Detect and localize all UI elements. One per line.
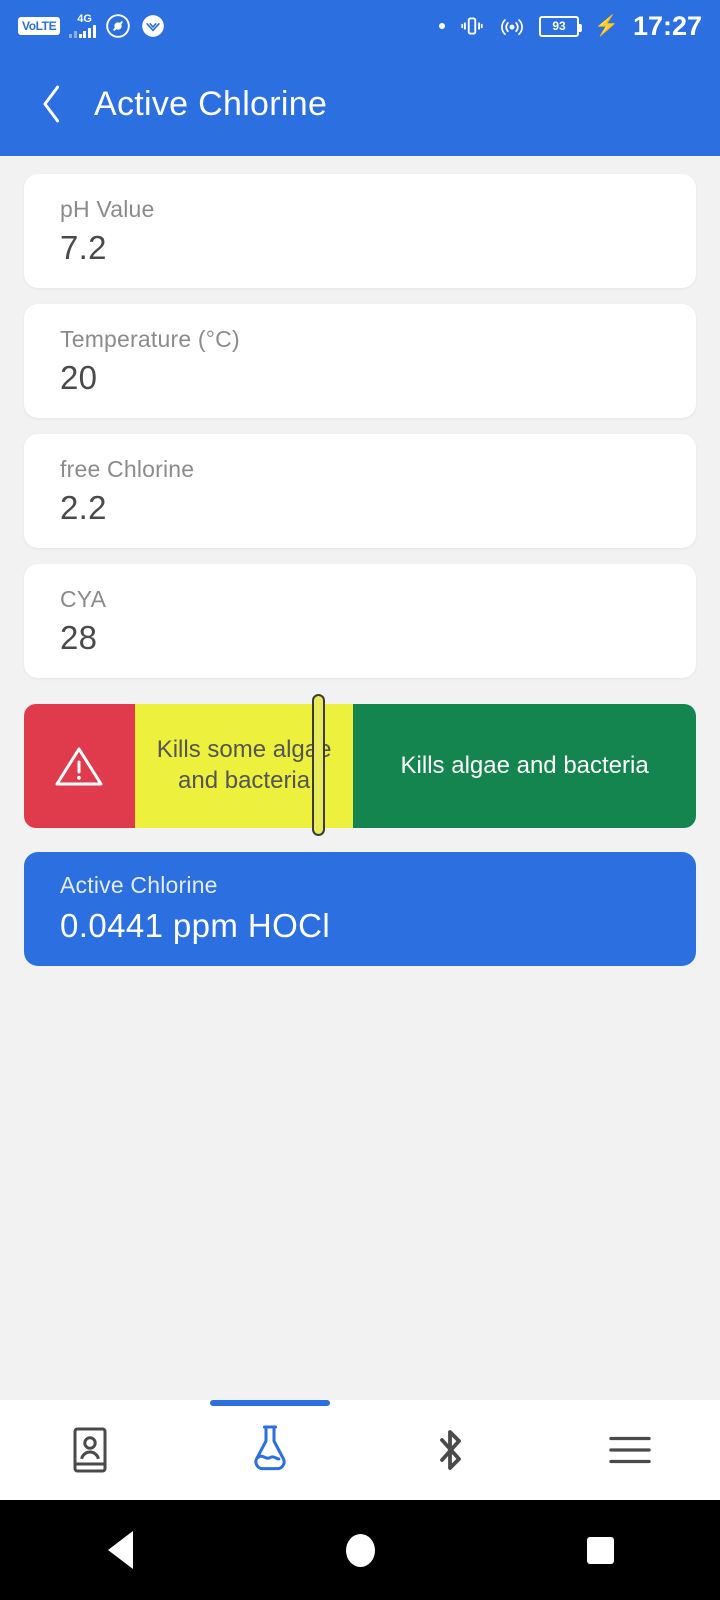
home-circle-icon (345, 1533, 375, 1567)
active-chlorine-result-card: Active Chlorine 0.0441 ppm HOCl (24, 852, 696, 966)
status-bar-left: VoLTE 4G (18, 13, 166, 39)
result-value: 0.0441 ppm HOCl (60, 907, 331, 944)
back-triangle-icon (107, 1531, 133, 1569)
effectiveness-scale: Kills some algae and bacteria Kills alga… (24, 694, 696, 836)
signal-bars-secondary (69, 14, 77, 38)
nav-item-measure[interactable] (180, 1400, 360, 1500)
active-tab-indicator (210, 1400, 330, 1406)
app-bar: Active Chlorine (0, 52, 720, 156)
chevron-left-icon (43, 85, 60, 123)
measurement-value: 28 (60, 619, 98, 656)
bottom-navigation-bar (0, 1400, 720, 1500)
measurement-value: 2.2 (60, 489, 107, 526)
measurement-label: free Chlorine (60, 456, 195, 482)
status-bar-clock: 17:27 (632, 10, 702, 41)
flask-icon (254, 1425, 286, 1471)
scale-segment-effective: Kills algae and bacteria (353, 704, 696, 828)
contact-book-icon (73, 1427, 107, 1473)
scale-segment-danger (24, 704, 135, 828)
measurement-card-cya[interactable]: CYA 28 (24, 564, 696, 678)
system-back-button[interactable] (0, 1531, 240, 1569)
signal-bars-icon: 4G (69, 13, 96, 38)
measurement-card-temperature[interactable]: Temperature (°C) 20 (24, 304, 696, 418)
status-bar: VoLTE 4G 93 ⚡ 17:27 (0, 0, 720, 52)
result-label: Active Chlorine (60, 872, 218, 898)
warning-triangle-icon (55, 747, 103, 786)
app-circle-icon (105, 14, 130, 38)
volte-badge: VoLTE (18, 17, 61, 35)
network-type-label: 4G (77, 13, 92, 25)
nav-item-contacts[interactable] (0, 1400, 180, 1500)
system-home-button[interactable] (240, 1533, 480, 1567)
app-shield-icon (141, 15, 164, 37)
hamburger-menu-icon (609, 1436, 651, 1464)
hotspot-icon (501, 19, 523, 35)
system-recents-button[interactable] (480, 1536, 720, 1564)
scale-segments: Kills some algae and bacteria Kills alga… (24, 704, 696, 828)
page-title: Active Chlorine (94, 84, 328, 123)
measurement-label: Temperature (°C) (60, 326, 240, 352)
system-navigation-bar (0, 1500, 720, 1600)
main-content: pH Value 7.2 Temperature (°C) 20 free Ch… (0, 156, 720, 1400)
notification-dot-icon (439, 23, 446, 29)
vibrate-icon (461, 17, 483, 35)
measurement-card-ph[interactable]: pH Value 7.2 (24, 174, 696, 288)
charging-bolt-icon: ⚡ (594, 15, 619, 37)
measurement-label: pH Value (60, 196, 155, 222)
battery-icon: 93 (539, 15, 583, 37)
bluetooth-icon (440, 1430, 461, 1470)
measurement-card-free-chlorine[interactable]: free Chlorine 2.2 (24, 434, 696, 548)
recents-square-icon (586, 1536, 614, 1564)
status-bar-right: 93 ⚡ 17:27 (439, 10, 702, 41)
measurement-value: 7.2 (60, 229, 107, 266)
battery-level-label: 93 (552, 19, 566, 33)
measurement-value: 20 (60, 359, 98, 396)
nav-item-bluetooth[interactable] (360, 1400, 540, 1500)
nav-item-menu[interactable] (540, 1400, 720, 1500)
scale-position-marker[interactable] (312, 694, 326, 836)
back-navigation-button[interactable] (24, 76, 80, 132)
measurement-label: CYA (60, 586, 107, 612)
phone-screen: VoLTE 4G 93 ⚡ 17:27 Active Chlorine pH V… (0, 0, 720, 1600)
